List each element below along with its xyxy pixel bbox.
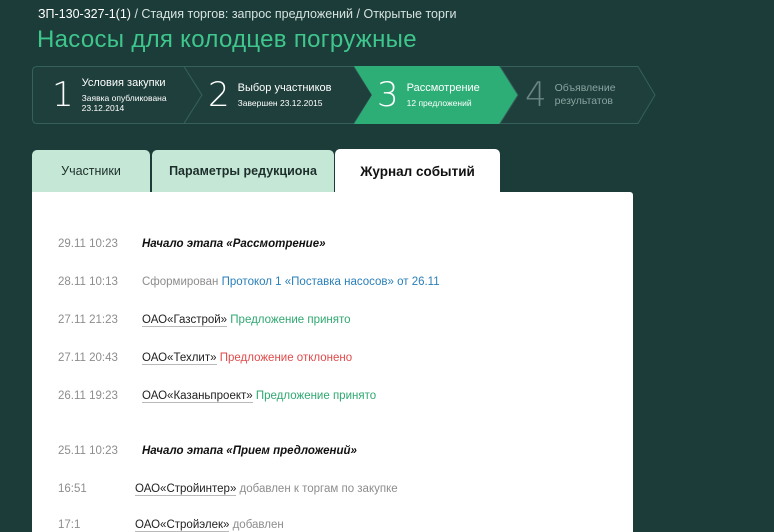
step-number: 2 xyxy=(208,75,230,115)
step-4[interactable]: 4 Объявление результатов xyxy=(525,66,625,124)
log-stage: Начало этапа «Рассмотрение» xyxy=(142,238,326,250)
log-text: добавлен к торгам по закупке xyxy=(239,483,398,495)
step-title: Условия закупки xyxy=(81,77,166,89)
breadcrumb-code[interactable]: ЗП-130-327-1(1) xyxy=(38,7,131,21)
tab-participants[interactable]: Участники xyxy=(32,150,150,192)
step-number: 3 xyxy=(377,75,399,115)
log-time: 26.11 19:23 xyxy=(58,390,118,402)
log-time: 25.11 10:23 xyxy=(58,445,118,457)
step-number: 4 xyxy=(525,75,547,115)
party-link[interactable]: ОАО«Техлит» xyxy=(142,352,217,365)
breadcrumb-separator: / xyxy=(134,7,138,21)
step-subtitle: 12 предложений xyxy=(406,98,472,108)
party-link[interactable]: ОАО«Казаньпроект» xyxy=(142,390,253,403)
step-title: Выбор участников xyxy=(237,82,332,94)
step-title: Рассмотрение xyxy=(406,82,480,94)
stepper: 1 Условия закупки Заявка опубликована 23… xyxy=(32,66,656,124)
breadcrumb: ЗП-130-327-1(1) / Стадия торгов: запрос … xyxy=(38,7,457,21)
step-subtitle: Заявка опубликована xyxy=(81,93,167,103)
event-log-panel: 29.11 10:23 Начало этапа «Рассмотрение» … xyxy=(32,192,633,532)
party-link[interactable]: ОАО«Стройинтер» xyxy=(135,483,237,496)
log-stage: Начало этапа «Прием предложений» xyxy=(142,445,357,457)
log-time: 27.11 20:43 xyxy=(58,352,118,364)
tab-reduction-parameters[interactable]: Параметры редукциона xyxy=(152,150,334,192)
breadcrumb-type[interactable]: Открытые торги xyxy=(363,7,456,21)
step-3[interactable]: 3 Рассмотрение 12 предложений xyxy=(377,66,480,124)
log-time: 16:51 xyxy=(58,483,87,495)
step-date: 23.12.2014 xyxy=(81,103,125,113)
breadcrumb-stage[interactable]: Стадия торгов: запрос предложений xyxy=(141,7,353,21)
step-number: 1 xyxy=(52,75,74,115)
protocol-link[interactable]: Протокол 1 «Поставка насосов» от 26.11 xyxy=(222,276,440,288)
tab-event-log[interactable]: Журнал событий xyxy=(335,149,500,193)
step-subtitle: Завершен 23.12.2015 xyxy=(237,98,323,108)
page-title: Насосы для колодцев погружные xyxy=(37,26,417,53)
status-accepted: Предложение принято xyxy=(255,390,377,402)
party-link[interactable]: ОАО«Газстрой» xyxy=(142,314,228,327)
breadcrumb-separator: / xyxy=(356,7,360,21)
step-2[interactable]: 2 Выбор участников Завершен 23.12.2015 xyxy=(208,66,331,124)
log-time: 29.11 10:23 xyxy=(58,238,118,250)
status-rejected: Предложение отклонено xyxy=(219,352,353,364)
log-time: 17:1 xyxy=(58,519,81,531)
log-time: 28.11 10:13 xyxy=(58,276,118,288)
log-text: добавлен xyxy=(232,519,284,531)
step-title: Объявление результатов xyxy=(554,82,616,107)
status-accepted: Предложение принято xyxy=(230,314,351,326)
log-time: 27.11 21:23 xyxy=(58,314,118,326)
log-text: Сформирован xyxy=(142,276,219,288)
step-1[interactable]: 1 Условия закупки Заявка опубликована 23… xyxy=(52,66,167,124)
